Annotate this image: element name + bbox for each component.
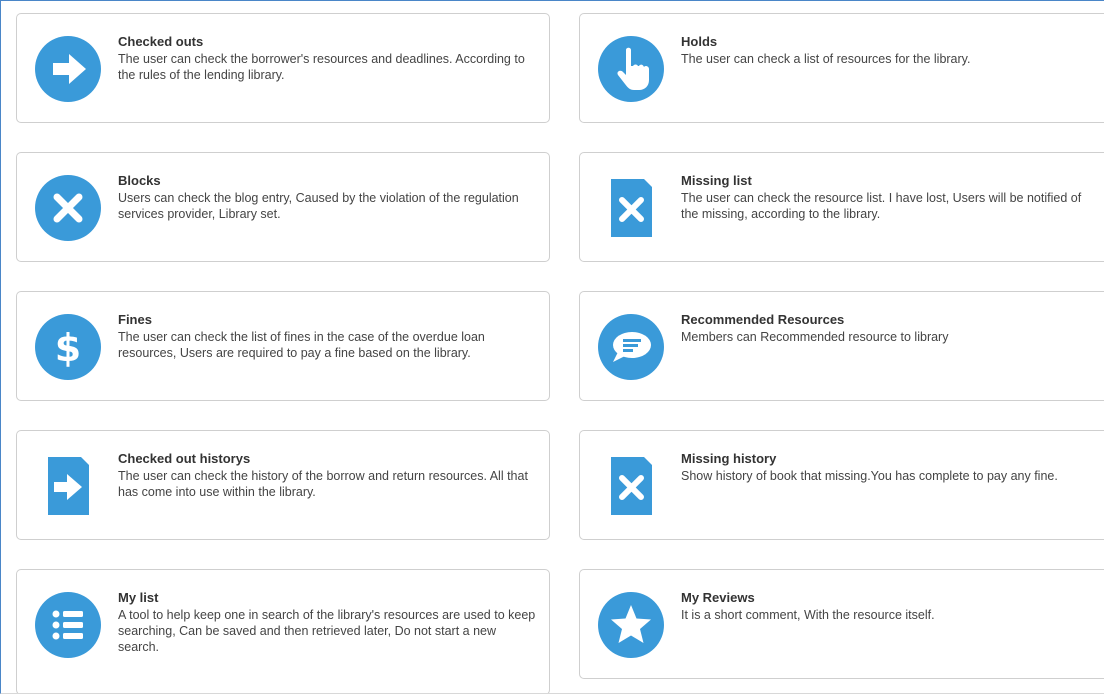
card-title: Fines (118, 312, 152, 327)
card-description: The user can check the borrower's resour… (118, 52, 525, 82)
x-file-icon (598, 453, 664, 519)
dollar-circle-icon: $ (35, 314, 101, 380)
card-description: Show history of book that missing.You ha… (681, 469, 1058, 483)
my-list-card[interactable]: My list A tool to help keep one in searc… (16, 569, 550, 693)
fines-card[interactable]: $ Fines The user can check the list of f… (16, 291, 550, 401)
holds-card[interactable]: Holds The user can check a list of resou… (579, 13, 1104, 123)
comment-icon (598, 314, 664, 380)
card-description: It is a short comment, With the resource… (681, 608, 935, 622)
card-title: Missing list (681, 173, 752, 188)
card-description: The user can check the list of fines in … (118, 330, 485, 360)
missing-list-card[interactable]: Missing list The user can check the reso… (579, 152, 1104, 262)
card-description: The user can check the history of the bo… (118, 469, 528, 499)
svg-text:$: $ (55, 326, 81, 370)
card-title: Holds (681, 34, 718, 49)
card-title: Checked outs (118, 34, 204, 49)
checked-out-historys-card[interactable]: Checked out historys The user can check … (16, 430, 550, 540)
card-description: Members can Recommended resource to libr… (681, 330, 949, 344)
card-title: Blocks (118, 173, 161, 188)
my-reviews-card[interactable]: My Reviews It is a short comment, With t… (579, 569, 1104, 679)
recommended-resources-card[interactable]: Recommended Resources Members can Recomm… (579, 291, 1104, 401)
card-description: Users can check the blog entry, Caused b… (118, 191, 519, 221)
blocks-card[interactable]: Blocks Users can check the blog entry, C… (16, 152, 550, 262)
x-file-icon (598, 175, 664, 241)
checked-outs-card[interactable]: Checked outs The user can check the borr… (16, 13, 550, 123)
card-title: Missing history (681, 451, 777, 466)
card-description: The user can check a list of resources f… (681, 52, 971, 66)
hand-pointer-icon (598, 36, 664, 102)
card-title: Recommended Resources (681, 312, 845, 327)
dashboard-panel: Checked outs The user can check the borr… (0, 0, 1104, 694)
card-title: My list (118, 590, 159, 605)
x-circle-icon (35, 175, 101, 241)
arrow-right-file-icon (35, 453, 101, 519)
missing-history-card[interactable]: Missing history Show history of book tha… (579, 430, 1104, 540)
star-circle-icon (598, 592, 664, 658)
card-title: Checked out historys (118, 451, 251, 466)
card-description: A tool to help keep one in search of the… (118, 608, 536, 654)
card-description: The user can check the resource list. I … (681, 191, 1082, 221)
list-circle-icon (35, 592, 101, 658)
card-title: My Reviews (681, 590, 755, 605)
arrow-right-circle-icon (35, 36, 101, 102)
